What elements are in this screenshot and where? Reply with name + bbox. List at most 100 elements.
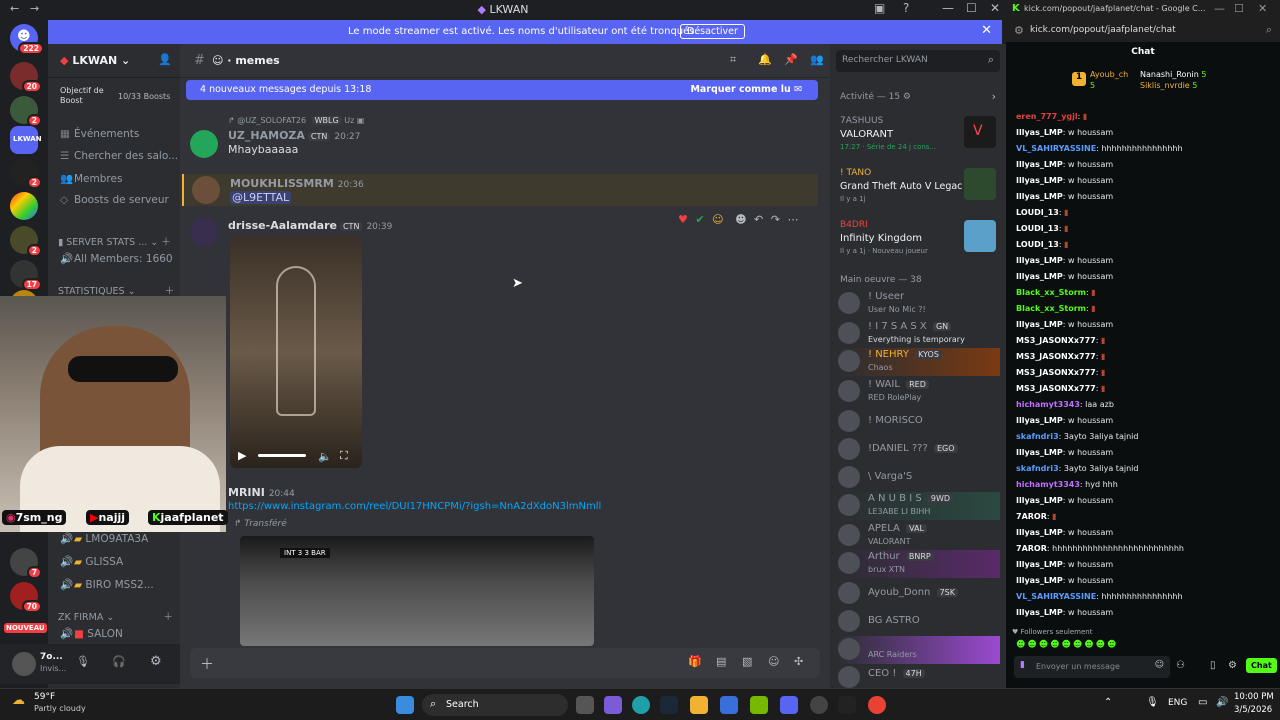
- server-icon[interactable]: 20: [10, 62, 42, 93]
- chat-username[interactable]: Illyas_LMP: [1016, 176, 1063, 185]
- voice-channel[interactable]: 🔊▰ LMO9ATA3A: [60, 532, 148, 545]
- events-item[interactable]: ▦ Événements: [60, 128, 139, 140]
- server-icon[interactable]: 7: [10, 548, 42, 579]
- url-bar[interactable]: kick.com/popout/jaafplanet/chat: [1030, 25, 1176, 35]
- voice-channel-salon[interactable]: 🔊■ SALON: [60, 627, 123, 640]
- tray-overflow-icon[interactable]: ⌃: [1104, 697, 1112, 708]
- threads-icon[interactable]: ⌗: [730, 53, 736, 67]
- language-indicator[interactable]: ENG: [1168, 698, 1187, 708]
- add-reaction-icon[interactable]: ☻: [735, 213, 746, 226]
- chat-username[interactable]: Illyas_LMP: [1016, 128, 1063, 137]
- task-view-icon[interactable]: [576, 696, 594, 714]
- channel-all-members[interactable]: 🔊All Members: 1660: [60, 252, 173, 265]
- members-item[interactable]: 👥Membres: [60, 172, 122, 185]
- chat-username[interactable]: Illyas_LMP: [1016, 320, 1063, 329]
- chat-username[interactable]: MS3_JASONXx777: [1016, 352, 1096, 361]
- browse-channels-item[interactable]: ☰ Chercher des salo...: [60, 150, 178, 162]
- member-item[interactable]: ! Useer User No Mic ?!: [836, 290, 1000, 318]
- forwarded-video[interactable]: INT 3 3 BAR: [240, 536, 594, 646]
- reply-icon[interactable]: ↶: [754, 213, 763, 226]
- chat-username[interactable]: Illyas_LMP: [1016, 608, 1063, 617]
- chat-username[interactable]: Illyas_LMP: [1016, 496, 1063, 505]
- avatar[interactable]: [190, 130, 218, 158]
- chat-username[interactable]: LOUDI_13: [1016, 224, 1059, 233]
- microphone-icon[interactable]: 🎙: [76, 655, 90, 668]
- people-icon[interactable]: ⚇: [1176, 660, 1185, 671]
- volume-icon[interactable]: 🔈: [318, 450, 332, 463]
- message-composer[interactable]: ＋ 🎁 ▤ ▧ ☺ ✣: [190, 648, 820, 678]
- activity-card[interactable]: B4DRI Infinity Kingdom Il y a 1j · Nouve…: [836, 218, 998, 262]
- new-messages-bar[interactable]: 4 nouveaux messages depuis 13:18 Marquer…: [186, 80, 818, 100]
- minimize-icon[interactable]: —: [1214, 2, 1225, 15]
- chat-username[interactable]: MS3_JASONXx777: [1016, 368, 1096, 377]
- weather-icon[interactable]: ☁: [12, 693, 25, 708]
- member-item[interactable]: !DANIEL ??? EGO: [836, 436, 1000, 464]
- server-icon[interactable]: 2: [10, 158, 42, 189]
- heart-reaction-icon[interactable]: ♥: [678, 213, 688, 226]
- mark-read-button[interactable]: Marquer comme lu ✉: [690, 84, 802, 95]
- chat-username[interactable]: Illyas_LMP: [1016, 416, 1063, 425]
- server-icon-lkwan[interactable]: LKWAN: [10, 126, 42, 154]
- help-icon[interactable]: ?: [903, 1, 909, 15]
- chat-username[interactable]: skafndri3: [1016, 432, 1059, 441]
- chat-username[interactable]: LOUDI_13: [1016, 208, 1059, 217]
- chat-username[interactable]: MS3_JASONXx777: [1016, 336, 1096, 345]
- chat-username[interactable]: Illyas_LMP: [1016, 272, 1063, 281]
- message-author[interactable]: UZ_HAMOZA: [228, 129, 305, 142]
- minimize-icon[interactable]: —: [942, 1, 954, 15]
- gift-icon[interactable]: 🎁: [688, 655, 702, 668]
- chat-username[interactable]: 7AROR: [1016, 544, 1047, 553]
- voice-channel[interactable]: 🔊▰ BIRO MSS2...: [60, 578, 154, 591]
- maximize-icon[interactable]: ☐: [1234, 2, 1244, 15]
- chat-username[interactable]: Black_xx_Storm: [1016, 288, 1086, 297]
- inbox-icon[interactable]: ▣: [874, 1, 885, 15]
- server-header[interactable]: ◆ LKWAN ⌄ 👤: [48, 44, 180, 78]
- direct-messages-button[interactable]: ☻ 222: [10, 24, 44, 55]
- chat-username[interactable]: hichamyt3343: [1016, 480, 1080, 489]
- chat-username[interactable]: Illyas_LMP: [1016, 528, 1063, 537]
- chat-username[interactable]: Black_xx_Storm: [1016, 304, 1086, 313]
- category-statistiques[interactable]: STATISTIQUES ⌄ ＋: [58, 283, 174, 297]
- forward-icon[interactable]: ↷: [771, 213, 780, 226]
- chat-username[interactable]: Illyas_LMP: [1016, 160, 1063, 169]
- site-info-icon[interactable]: ⚙: [1014, 24, 1024, 37]
- member-list-icon[interactable]: 👥: [810, 53, 824, 66]
- send-chat-button[interactable]: Chat: [1246, 658, 1277, 673]
- close-window-icon[interactable]: ✕: [1258, 2, 1267, 15]
- notification-bell-icon[interactable]: 🔔: [758, 53, 772, 66]
- instagram-link[interactable]: https://www.instagram.com/reel/DUI17HNCP…: [228, 501, 601, 512]
- server-boosts-item[interactable]: ◇ Boosts de serveur: [60, 194, 169, 206]
- chat-username[interactable]: hichamyt3343: [1016, 400, 1080, 409]
- more-options-icon[interactable]: ⋯: [787, 213, 798, 226]
- boost-goal[interactable]: Objectif de Boost 10/33 Boosts: [54, 86, 174, 112]
- headphones-icon[interactable]: 🎧: [112, 655, 126, 668]
- chat-username[interactable]: Illyas_LMP: [1016, 192, 1063, 201]
- zoom-icon[interactable]: ⌕: [1266, 23, 1272, 37]
- server-icon[interactable]: [10, 192, 38, 220]
- member-item[interactable]: \ Varga'S: [836, 464, 1000, 492]
- volume-icon[interactable]: 🔊: [1216, 697, 1228, 708]
- steam-icon[interactable]: [660, 696, 678, 714]
- server-icon[interactable]: 70: [10, 582, 42, 613]
- server-icon[interactable]: 2: [10, 226, 42, 257]
- check-reaction-icon[interactable]: ✔: [695, 213, 704, 226]
- emoji-picker-icon[interactable]: ☺: [1155, 660, 1164, 670]
- activity-card[interactable]: ! TANO Grand Theft Auto V Legacy Il y a …: [836, 166, 998, 210]
- microphone-icon[interactable]: 🎙: [1146, 697, 1159, 708]
- file-explorer-icon[interactable]: [690, 696, 708, 714]
- video-attachment[interactable]: ▶ 🔈 ⛶: [230, 236, 362, 468]
- maximize-icon[interactable]: ☐: [966, 1, 977, 15]
- member-item[interactable]: APELA VAL VALORANT: [836, 522, 1000, 550]
- video-progress[interactable]: [258, 454, 306, 457]
- chat-username[interactable]: Illyas_LMP: [1016, 448, 1063, 457]
- laugh-reaction-icon[interactable]: ☺: [712, 213, 723, 226]
- voice-channel[interactable]: 🔊▰ GLISSA: [60, 555, 123, 568]
- gif-icon[interactable]: ▤: [716, 655, 726, 668]
- chat-username[interactable]: skafndri3: [1016, 464, 1059, 473]
- app-icon[interactable]: [838, 696, 856, 714]
- copilot-icon[interactable]: [604, 696, 622, 714]
- chat-username[interactable]: VL_SAHIRYASSINE: [1016, 144, 1096, 153]
- chat-username[interactable]: VL_SAHIRYASSINE: [1016, 592, 1096, 601]
- settings-gear-icon[interactable]: ⚙: [150, 654, 162, 669]
- nvidia-icon[interactable]: [750, 696, 768, 714]
